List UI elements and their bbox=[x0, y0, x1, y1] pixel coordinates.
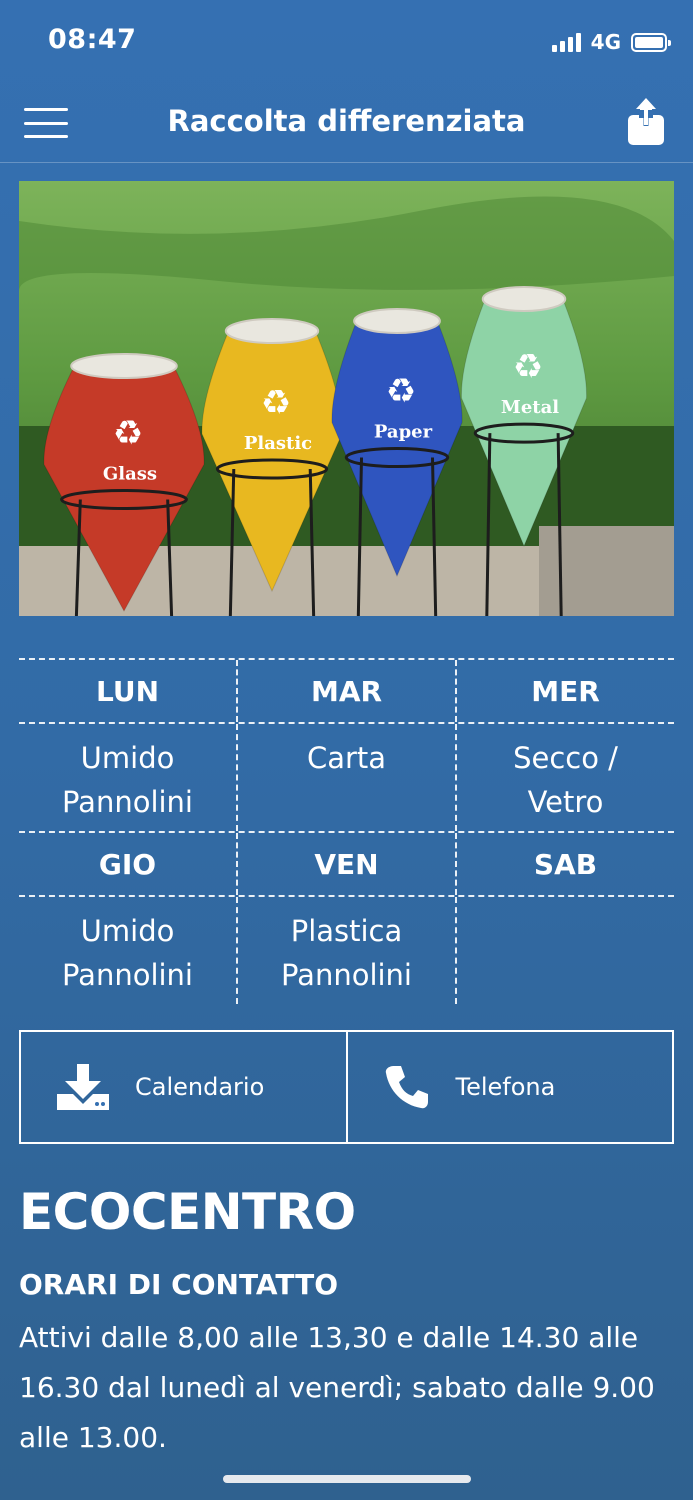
day-label: LUN bbox=[95, 675, 159, 708]
waste-type: Umido bbox=[80, 914, 175, 948]
ecocentro-title: ECOCENTRO bbox=[19, 1183, 356, 1241]
waste-type-cell: Umido Pannolini bbox=[19, 897, 236, 1004]
calendar-label: Calendario bbox=[135, 1073, 265, 1101]
bin-label: Glass bbox=[103, 464, 157, 485]
collection-schedule: LUN MAR MER Umido Pannolini Carta Secco … bbox=[19, 658, 674, 1004]
phone-button[interactable]: Telefona bbox=[345, 1032, 673, 1142]
nav-bar: Raccolta differenziata bbox=[0, 84, 693, 163]
day-label: MER bbox=[455, 660, 674, 722]
schedule-waste-row: Umido Pannolini Plastica Pannolini bbox=[19, 897, 674, 1004]
waste-type: Pannolini bbox=[61, 785, 193, 819]
day-label: MAR bbox=[236, 660, 455, 722]
home-indicator[interactable] bbox=[223, 1475, 471, 1483]
schedule-days-row: LUN MAR MER bbox=[19, 660, 674, 724]
calendar-button[interactable]: Calendario bbox=[21, 1032, 346, 1142]
hero-image: ♻ Glass ♻ Plastic ♻ Paper ♻ Metal bbox=[19, 181, 674, 616]
waste-type: Vetro bbox=[527, 785, 604, 819]
phone-icon bbox=[385, 1066, 428, 1109]
bin-rim bbox=[481, 286, 567, 312]
battery-icon bbox=[631, 32, 671, 52]
contact-hours-text: Attivi dalle 8,00 alle 13,30 e dalle 14.… bbox=[19, 1321, 655, 1454]
day-label: GIO bbox=[98, 848, 157, 881]
waste-type-cell: Umido Pannolini bbox=[19, 724, 236, 831]
signal-icon bbox=[551, 32, 581, 52]
page-title: Raccolta differenziata bbox=[167, 104, 526, 138]
day-label: SAB bbox=[455, 833, 674, 895]
waste-type: Carta bbox=[306, 741, 387, 775]
status-bar: 08:47 4G bbox=[0, 0, 693, 84]
recycle-icon: ♻ bbox=[513, 347, 543, 387]
waste-type: Pannolini bbox=[280, 958, 412, 992]
status-indicators: 4G bbox=[551, 30, 671, 54]
bin-rim bbox=[353, 308, 441, 334]
waste-type-cell: Carta bbox=[236, 724, 455, 831]
schedule-waste-row: Umido Pannolini Carta Secco / Vetro bbox=[19, 724, 674, 833]
waste-type-cell bbox=[455, 897, 674, 1004]
waste-type: Umido bbox=[80, 741, 175, 775]
recycling-bins-photo: ♻ Glass ♻ Plastic ♻ Paper ♻ Metal bbox=[19, 181, 674, 616]
action-buttons: Calendario Telefona bbox=[19, 1030, 674, 1144]
download-icon bbox=[57, 1064, 109, 1110]
schedule-days-row: GIO VEN SAB bbox=[19, 833, 674, 897]
waste-type: Plastica bbox=[290, 914, 403, 948]
waste-type-cell: Secco / Vetro bbox=[455, 724, 674, 831]
waste-type-cell: Plastica Pannolini bbox=[236, 897, 455, 1004]
status-time: 08:47 bbox=[48, 24, 137, 55]
recycle-icon: ♻ bbox=[261, 383, 291, 423]
day-label: VEN bbox=[236, 833, 455, 895]
bin-label: Metal bbox=[501, 397, 559, 418]
bin-label: Plastic bbox=[244, 433, 312, 454]
bin-rim bbox=[70, 353, 178, 379]
waste-type: Secco / bbox=[513, 741, 618, 775]
network-type: 4G bbox=[590, 30, 621, 54]
waste-type: Pannolini bbox=[61, 958, 193, 992]
bin-rim bbox=[224, 318, 320, 344]
contact-hours-heading: ORARI DI CONTATTO bbox=[19, 1268, 339, 1301]
recycle-icon: ♻ bbox=[113, 414, 143, 454]
recycle-icon: ♻ bbox=[386, 372, 416, 412]
phone-label: Telefona bbox=[455, 1073, 556, 1101]
bin-label: Paper bbox=[374, 422, 433, 443]
share-icon[interactable] bbox=[627, 98, 665, 146]
